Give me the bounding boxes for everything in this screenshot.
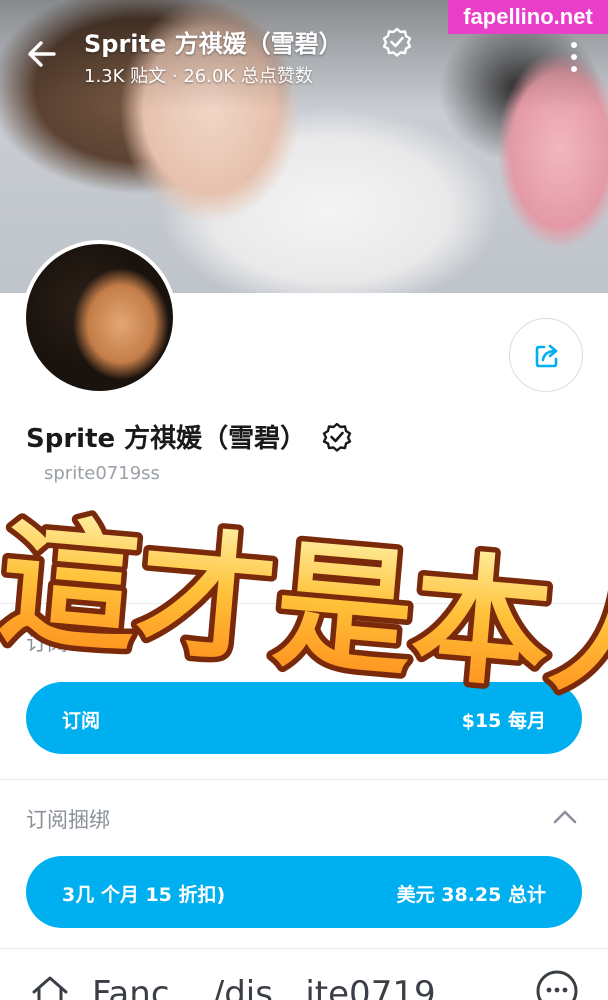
share-button[interactable]	[509, 318, 583, 392]
arrow-left-icon	[28, 41, 56, 67]
divider	[0, 603, 608, 604]
verified-badge-icon	[322, 422, 352, 452]
bottom-info-text: Fanc... /dis...ite0719	[92, 974, 436, 1000]
divider	[0, 948, 608, 949]
chat-icon[interactable]	[534, 968, 580, 1000]
profile-handle: sprite0719ss	[44, 463, 160, 484]
back-button[interactable]	[22, 34, 62, 74]
subscribe-button-label: 订阅	[62, 710, 101, 732]
subscription-section-label: 订阅	[26, 631, 68, 655]
home-icon	[32, 976, 68, 1000]
subscribe-button[interactable]: 订阅 $15 每月	[26, 682, 582, 754]
topbar-title: Sprite 方祺媛（雪碧）	[84, 30, 343, 58]
share-icon	[535, 344, 558, 368]
topbar-stats: 1.3K 贴文 · 26.0K 总点赞数	[84, 66, 313, 87]
chevron-up-icon[interactable]	[552, 806, 578, 828]
divider	[0, 779, 608, 780]
bundle-button-total: 美元 38.25 总计	[396, 884, 546, 906]
bundle-button-label: 3几 个月 15 折扣)	[62, 884, 226, 906]
top-bar: Sprite 方祺媛（雪碧） 1.3K 贴文 · 26.0K 总点赞数	[0, 0, 608, 100]
bundle-button[interactable]: 3几 个月 15 折扣) 美元 38.25 总计	[26, 856, 582, 928]
bundles-section-label: 订阅捆绑	[26, 808, 110, 832]
bottom-info-row: Fanc... /dis...ite0719	[0, 960, 608, 1000]
verified-badge-icon	[382, 27, 412, 57]
more-options-icon[interactable]	[564, 40, 584, 74]
profile-name: Sprite 方祺媛（雪碧）	[26, 424, 307, 454]
avatar[interactable]	[22, 240, 177, 395]
subscribe-button-price: $15 每月	[461, 710, 546, 732]
